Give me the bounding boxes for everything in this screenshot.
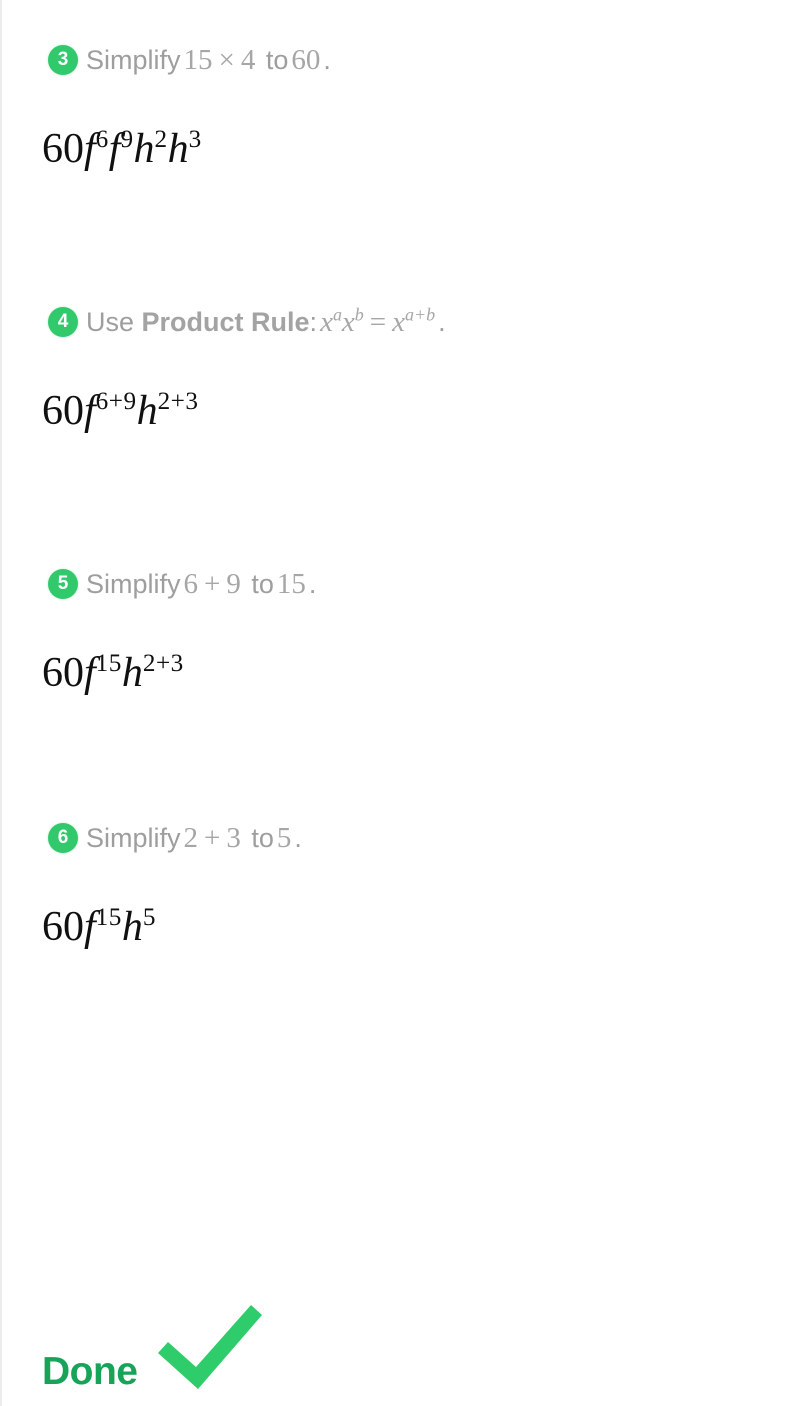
step-4-rule-name: Product Rule xyxy=(141,307,310,337)
step-3-operand-b: 4 xyxy=(240,44,256,76)
step-4-term-2-base: h xyxy=(136,388,158,434)
step-6-prefix: Simplify xyxy=(86,823,181,853)
step-5-badge: 5 xyxy=(48,569,78,599)
step-4-head-suffix: . xyxy=(438,307,446,337)
step-5-middle: to xyxy=(251,569,274,599)
step-5-header: 5 Simplify 6 +9 to 15. xyxy=(2,560,800,608)
step-4-header: 4 Use Product Rule: xaxb = xa+b. xyxy=(2,298,800,346)
checkmark-icon-svg xyxy=(157,1305,262,1389)
step-3-middle: to xyxy=(265,45,289,75)
step-6-badge: 6 xyxy=(48,823,78,853)
step-3-term-3-exp: 2 xyxy=(154,126,168,153)
step-3-header: 3 Simplify 15 × 4 to 60. xyxy=(2,36,800,84)
step-spacer xyxy=(2,694,800,814)
step-6-operator: + xyxy=(204,822,221,854)
step-6-head-suffix: . xyxy=(294,823,302,853)
step-3-head-suffix: . xyxy=(323,45,331,75)
step-5: 5 Simplify 6 +9 to 15. 60f15h2+3 xyxy=(2,560,800,694)
step-4: 4 Use Product Rule: xaxb = xa+b. 60f6+9h2+3 xyxy=(2,298,800,432)
step-4-result: 60f6+9h2+3 xyxy=(2,388,800,434)
step-3-term-4-base: h xyxy=(167,126,189,172)
step-3-prefix: Simplify xyxy=(86,45,181,75)
step-3: 3 Simplify 15 × 4 to 60. 60f6f9h2h3 xyxy=(2,0,800,170)
step-5-term-2-exp: 2+3 xyxy=(142,650,184,677)
step-3-term-4-exp: 3 xyxy=(188,126,202,153)
step-3-term-2-base: f xyxy=(108,126,121,172)
step-list: 3 Simplify 15 × 4 to 60. 60f6f9h2h3 4 Use Pr… xyxy=(2,0,800,948)
step-6-operand-b: 3 xyxy=(226,822,241,854)
rule-rhs-exp: a+b xyxy=(405,304,436,325)
step-6-head-math: 2 +3 xyxy=(181,822,244,854)
step-3-term-3-base: h xyxy=(133,126,155,172)
step-5-term-2-base: h xyxy=(121,650,143,696)
step-3-term-1-base: f xyxy=(84,126,96,172)
rule-equals: = xyxy=(369,306,387,338)
step-6: 6 Simplify 2 +3 to 5. 60f15h5 xyxy=(2,814,800,948)
step-4-coefficient: 60 xyxy=(42,388,84,434)
step-5-head-value: 15 xyxy=(276,568,306,600)
step-6-term-1-base: f xyxy=(84,904,96,950)
done-row: Done xyxy=(42,1296,267,1392)
step-5-prefix: Simplify xyxy=(86,569,181,599)
step-5-coefficient: 60 xyxy=(42,650,84,696)
step-3-head-math: 15 × 4 xyxy=(181,44,259,76)
rule-rhs-base: x xyxy=(392,306,406,338)
step-4-colon: : xyxy=(309,307,318,337)
step-3-operator: × xyxy=(218,44,235,76)
rule-lhs-base-1: x xyxy=(320,306,333,338)
step-5-head-suffix: . xyxy=(308,569,317,599)
step-6-term-2-base: h xyxy=(121,904,143,950)
step-5-term-1-exp: 15 xyxy=(95,650,122,677)
checkmark-icon xyxy=(152,1301,267,1398)
step-6-result: 60f15h5 xyxy=(2,904,800,950)
step-5-operator: + xyxy=(204,568,221,600)
step-spacer xyxy=(2,170,800,298)
step-6-operand-a: 2 xyxy=(183,822,199,854)
step-3-badge: 3 xyxy=(48,45,78,75)
done-label: Done xyxy=(42,1350,138,1393)
step-5-result: 60f15h2+3 xyxy=(2,650,800,696)
rule-lhs-exp-1: a xyxy=(332,304,342,325)
step-3-term-2-exp: 9 xyxy=(120,126,134,153)
rule-lhs-base-2: x xyxy=(341,306,355,338)
step-3-operand-a: 15 xyxy=(183,44,213,76)
step-4-badge: 4 xyxy=(48,307,78,337)
step-4-term-2-exp: 2+3 xyxy=(157,388,199,415)
step-spacer xyxy=(2,432,800,560)
step-3-result: 60f6f9h2h3 xyxy=(2,126,800,172)
step-5-head-math: 6 +9 xyxy=(181,568,244,600)
step-4-prefix: Use xyxy=(86,307,135,337)
step-6-head-value: 5 xyxy=(276,822,292,854)
step-6-middle: to xyxy=(251,823,274,853)
step-4-description: Use Product Rule: xaxb = xa+b. xyxy=(86,305,446,339)
step-3-head-value: 60 xyxy=(291,44,321,76)
step-4-rule-math: xaxb = xa+b xyxy=(317,304,438,338)
step-5-operand-a: 6 xyxy=(183,568,199,600)
step-6-term-1-exp: 15 xyxy=(95,904,122,931)
step-6-header: 6 Simplify 2 +3 to 5. xyxy=(2,814,800,862)
step-5-operand-b: 9 xyxy=(226,568,241,600)
step-6-description: Simplify 2 +3 to 5. xyxy=(86,821,302,855)
solution-page: 3 Simplify 15 × 4 to 60. 60f6f9h2h3 4 Use Pr… xyxy=(0,0,800,1406)
step-3-term-1-exp: 6 xyxy=(95,126,109,153)
step-6-term-2-exp: 5 xyxy=(142,904,156,931)
rule-lhs-exp-2: b xyxy=(354,304,364,325)
step-4-term-1-base: f xyxy=(84,388,96,434)
step-6-coefficient: 60 xyxy=(42,904,84,950)
step-5-term-1-base: f xyxy=(84,650,96,696)
step-3-description: Simplify 15 × 4 to 60. xyxy=(86,43,331,77)
step-5-description: Simplify 6 +9 to 15. xyxy=(86,567,316,601)
step-4-term-1-exp: 6+9 xyxy=(95,388,137,415)
step-3-coefficient: 60 xyxy=(42,126,84,172)
